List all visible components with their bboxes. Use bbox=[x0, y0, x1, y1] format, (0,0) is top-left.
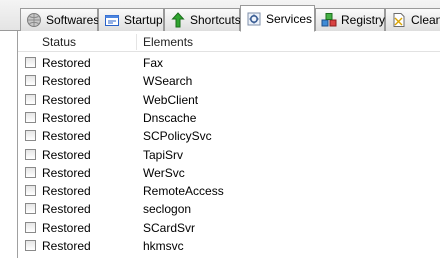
row-element: hkmsvc bbox=[143, 239, 184, 253]
row-checkbox[interactable] bbox=[25, 203, 36, 215]
list-item[interactable]: Restored Fax bbox=[18, 54, 440, 72]
list-header: Status Elements bbox=[18, 31, 440, 52]
column-header-elements[interactable]: Elements bbox=[143, 35, 193, 49]
clean-document-icon bbox=[391, 12, 407, 28]
row-checkbox[interactable] bbox=[25, 221, 36, 233]
column-header-status[interactable]: Status bbox=[42, 35, 76, 49]
row-status: Restored bbox=[42, 165, 91, 180]
row-status: Restored bbox=[42, 220, 91, 235]
list-item[interactable]: Restored seclogon bbox=[18, 200, 440, 218]
tab-clean[interactable]: Clean bbox=[385, 8, 440, 31]
list-item[interactable]: Restored WerSvc bbox=[18, 164, 440, 182]
tab-softwares[interactable]: Softwares bbox=[20, 8, 100, 31]
row-checkbox[interactable] bbox=[25, 148, 36, 160]
list-item[interactable]: Restored SCPolicySvc bbox=[18, 127, 440, 145]
row-element: WebClient bbox=[143, 92, 199, 107]
tab-bar: Softwares Startup Shortcuts Services Reg… bbox=[0, 0, 440, 32]
row-element: TapiSrv bbox=[143, 147, 184, 162]
row-element: WerSvc bbox=[143, 165, 185, 180]
row-element: WSearch bbox=[143, 74, 193, 89]
list-item[interactable]: Restored SCardSvr bbox=[18, 219, 440, 237]
row-element: SCPolicySvc bbox=[143, 129, 212, 144]
startup-window-icon bbox=[104, 12, 120, 28]
row-element: Dnscache bbox=[143, 110, 197, 125]
row-status: Restored bbox=[42, 129, 91, 144]
row-element: SCardSvr bbox=[143, 220, 196, 235]
row-checkbox[interactable] bbox=[25, 185, 36, 197]
row-checkbox[interactable] bbox=[25, 166, 36, 178]
tab-label: Softwares bbox=[46, 13, 100, 27]
row-element: Fax bbox=[143, 56, 164, 70]
row-status: Restored bbox=[42, 56, 91, 70]
globe-icon bbox=[26, 12, 42, 28]
row-status: Restored bbox=[42, 110, 91, 125]
tab-label: Shortcuts bbox=[190, 13, 241, 27]
list-item[interactable]: Restored TapiSrv bbox=[18, 146, 440, 164]
row-element: RemoteAccess bbox=[143, 184, 224, 199]
green-arrow-icon bbox=[170, 12, 186, 28]
row-checkbox[interactable] bbox=[25, 57, 36, 68]
tab-startup[interactable]: Startup bbox=[98, 8, 164, 31]
row-status: Restored bbox=[42, 202, 91, 217]
tab-shortcuts[interactable]: Shortcuts bbox=[164, 8, 241, 31]
registry-cubes-icon bbox=[321, 12, 337, 28]
list-item[interactable]: Restored WSearch bbox=[18, 72, 440, 90]
row-checkbox[interactable] bbox=[25, 130, 36, 142]
row-status: Restored bbox=[42, 147, 91, 162]
tab-registry[interactable]: Registry bbox=[315, 8, 385, 31]
row-status: Restored bbox=[42, 74, 91, 89]
tab-label: Startup bbox=[124, 13, 163, 27]
row-status: Restored bbox=[42, 92, 91, 107]
row-checkbox[interactable] bbox=[25, 111, 36, 123]
tab-label: Clean bbox=[411, 13, 440, 27]
list-item[interactable]: Restored hkmsvc bbox=[18, 237, 440, 255]
services-gear-icon bbox=[246, 11, 262, 27]
list-item[interactable]: Restored Dnscache bbox=[18, 109, 440, 127]
list-item[interactable]: Restored WebClient bbox=[18, 91, 440, 109]
row-checkbox[interactable] bbox=[25, 93, 36, 105]
row-status: Restored bbox=[42, 239, 91, 253]
tab-label: Registry bbox=[341, 13, 386, 27]
row-element: seclogon bbox=[143, 202, 192, 217]
column-divider[interactable] bbox=[136, 34, 137, 50]
services-list[interactable]: Status Elements Restored Fax Restored WS… bbox=[17, 31, 440, 258]
row-checkbox[interactable] bbox=[25, 240, 36, 251]
tab-label: Services bbox=[266, 11, 313, 26]
tab-services[interactable]: Services bbox=[240, 5, 315, 32]
row-status: Restored bbox=[42, 184, 91, 199]
list-item[interactable]: Restored RemoteAccess bbox=[18, 182, 440, 200]
row-checkbox[interactable] bbox=[25, 75, 36, 87]
